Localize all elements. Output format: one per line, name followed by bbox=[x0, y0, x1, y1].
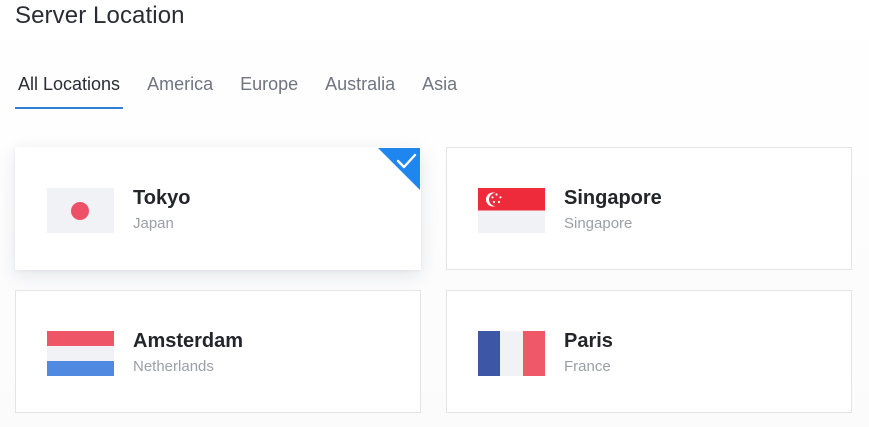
location-city: Amsterdam bbox=[133, 330, 244, 352]
location-country: France bbox=[564, 358, 611, 375]
location-card-singapore[interactable]: Singapore Singapore bbox=[446, 147, 852, 270]
tab-america[interactable]: America bbox=[144, 70, 216, 109]
france-flag-icon bbox=[478, 331, 545, 376]
japan-flag-icon bbox=[47, 188, 114, 233]
location-city: Tokyo bbox=[133, 187, 191, 209]
selected-check-icon bbox=[378, 148, 420, 190]
page-title: Server Location bbox=[15, 2, 185, 29]
location-country: Netherlands bbox=[133, 358, 214, 375]
location-country: Japan bbox=[133, 215, 174, 232]
tab-europe[interactable]: Europe bbox=[237, 70, 301, 109]
server-location-page: Server Location All Locations America Eu… bbox=[0, 0, 869, 427]
netherlands-flag-icon bbox=[47, 331, 114, 376]
location-country: Singapore bbox=[564, 215, 633, 232]
location-city: Paris bbox=[564, 330, 613, 352]
location-card-amsterdam[interactable]: Amsterdam Netherlands bbox=[15, 290, 421, 413]
tab-asia[interactable]: Asia bbox=[419, 70, 460, 109]
location-card-paris[interactable]: Paris France bbox=[446, 290, 852, 413]
singapore-flag-icon bbox=[478, 188, 545, 233]
tab-australia[interactable]: Australia bbox=[322, 70, 398, 109]
location-city: Singapore bbox=[564, 187, 662, 209]
tab-all-locations[interactable]: All Locations bbox=[15, 70, 124, 109]
location-card-tokyo[interactable]: Tokyo Japan bbox=[15, 147, 421, 270]
location-tabs: All Locations America Europe Australia A… bbox=[15, 70, 481, 110]
